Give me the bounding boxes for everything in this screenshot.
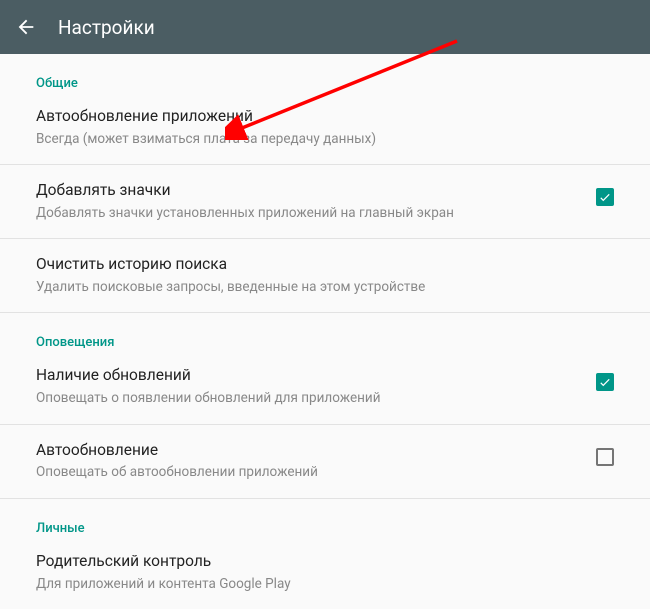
appbar-title: Настройки <box>58 16 155 39</box>
item-subtitle: Всегда (может взиматься плата за передач… <box>36 130 614 148</box>
item-title: Добавлять значки <box>36 180 572 201</box>
settings-list: Общие Автообновление приложений Всегда (… <box>0 54 650 609</box>
item-updates-available[interactable]: Наличие обновлений Оповещать о появлении… <box>0 350 650 423</box>
section-header-notifications: Оповещения <box>0 313 650 350</box>
item-auto-update-notify[interactable]: Автообновление Оповещать об автообновлен… <box>0 425 650 498</box>
section-header-general: Общие <box>0 54 650 91</box>
item-title: Автообновление <box>36 440 572 461</box>
item-title: Родительский контроль <box>36 551 614 572</box>
checkbox-updates-available[interactable] <box>596 373 614 391</box>
item-clear-search-history[interactable]: Очистить историю поиска Удалить поисковы… <box>0 239 650 312</box>
appbar: Настройки <box>0 0 650 54</box>
item-title: Наличие обновлений <box>36 365 572 386</box>
back-icon[interactable] <box>12 13 40 41</box>
item-title: Автообновление приложений <box>36 106 614 127</box>
item-parental-controls[interactable]: Родительский контроль Для приложений и к… <box>0 536 650 609</box>
item-subtitle: Добавлять значки установленных приложени… <box>36 204 572 222</box>
checkbox-add-icons[interactable] <box>596 188 614 206</box>
item-subtitle: Оповещать о появлении обновлений для при… <box>36 389 572 407</box>
item-subtitle: Оповещать об автообновлении приложений <box>36 463 572 481</box>
item-subtitle: Удалить поисковые запросы, введенные на … <box>36 278 614 296</box>
item-auto-update-apps[interactable]: Автообновление приложений Всегда (может … <box>0 91 650 164</box>
checkbox-auto-update-notify[interactable] <box>596 448 614 466</box>
item-subtitle: Для приложений и контента Google Play <box>36 575 614 593</box>
section-header-personal: Личные <box>0 499 650 536</box>
item-add-icons[interactable]: Добавлять значки Добавлять значки устано… <box>0 165 650 238</box>
item-title: Очистить историю поиска <box>36 254 614 275</box>
